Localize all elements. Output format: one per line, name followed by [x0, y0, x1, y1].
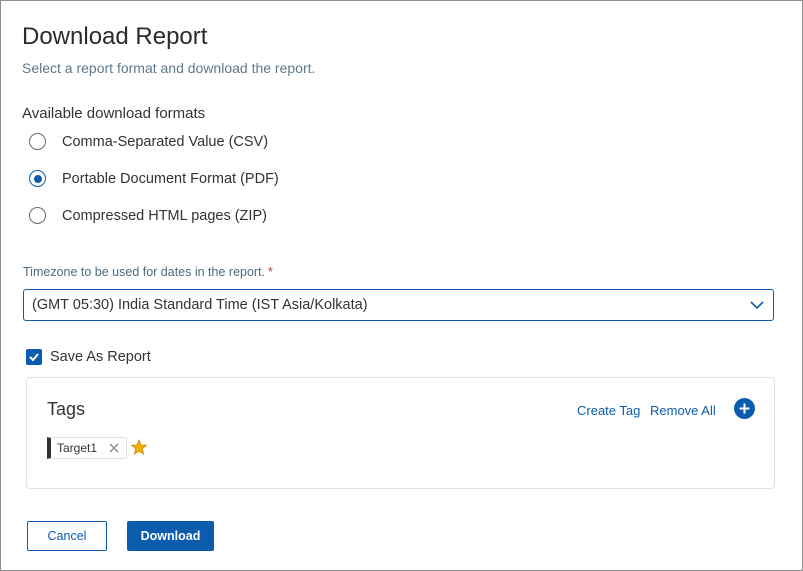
format-option-label: Compressed HTML pages (ZIP)	[62, 207, 267, 224]
timezone-select-value: (GMT 05:30) India Standard Time (IST Asi…	[32, 297, 368, 313]
radio-pdf[interactable]	[29, 170, 46, 187]
remove-all-link[interactable]: Remove All	[650, 403, 716, 418]
close-icon[interactable]	[108, 442, 120, 454]
format-option-label: Comma-Separated Value (CSV)	[62, 133, 269, 150]
save-as-report-row[interactable]: Save As Report	[26, 349, 151, 365]
format-option-csv[interactable]: Comma-Separated Value (CSV)	[29, 133, 268, 150]
dialog-subtitle: Select a report format and download the …	[22, 60, 316, 76]
cancel-button[interactable]: Cancel	[27, 521, 107, 551]
tags-panel: Tags Create Tag Remove All Target1	[26, 377, 775, 489]
format-option-label: Portable Document Format (PDF)	[62, 170, 279, 187]
tags-title: Tags	[47, 399, 86, 419]
checkmark-icon	[29, 353, 39, 362]
chevron-down-icon[interactable]	[749, 298, 765, 312]
radio-zip[interactable]	[29, 207, 46, 224]
required-marker: *	[268, 265, 273, 279]
star-icon[interactable]	[131, 439, 147, 455]
timezone-select[interactable]: (GMT 05:30) India Standard Time (IST Asi…	[23, 289, 774, 321]
tag-label: Target1	[57, 441, 98, 455]
download-report-dialog: Download Report Select a report format a…	[0, 0, 803, 571]
tag-chip: Target1	[47, 437, 127, 459]
radio-selected-dot	[33, 174, 42, 183]
radio-csv[interactable]	[29, 133, 46, 150]
formats-label: Available download formats	[22, 105, 206, 122]
download-button[interactable]: Download	[127, 521, 214, 551]
timezone-label-text: Timezone to be used for dates in the rep…	[23, 265, 266, 279]
create-tag-link[interactable]: Create Tag	[577, 403, 640, 418]
save-as-report-checkbox[interactable]	[26, 349, 42, 365]
timezone-label: Timezone to be used for dates in the rep…	[23, 265, 273, 279]
save-as-report-label: Save As Report	[50, 349, 151, 365]
format-option-zip[interactable]: Compressed HTML pages (ZIP)	[29, 207, 267, 224]
dialog-title: Download Report	[22, 23, 208, 50]
plus-icon	[739, 403, 750, 414]
format-option-pdf[interactable]: Portable Document Format (PDF)	[29, 170, 279, 187]
add-tag-button[interactable]	[734, 398, 755, 419]
